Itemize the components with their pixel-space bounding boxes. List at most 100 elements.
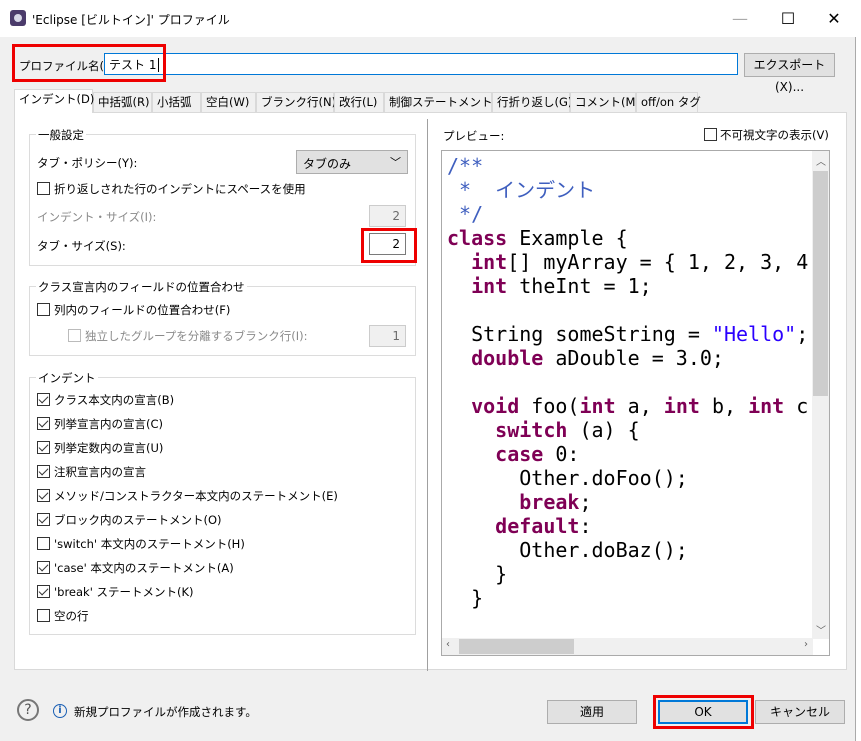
code-line: * インデント <box>447 178 829 202</box>
indent-checkbox[interactable] <box>37 465 50 478</box>
code-token: default <box>495 514 580 538</box>
code-token: int <box>579 394 616 418</box>
code-token: /** <box>447 154 484 178</box>
indent-option-label: 空の行 <box>54 609 89 623</box>
window-title: 'Eclipse [ビルトイン]' プロファイル <box>32 13 230 27</box>
info-icon: i <box>53 704 67 718</box>
tab-2[interactable]: 小括弧 <box>152 92 201 112</box>
code-line: */ <box>447 202 829 226</box>
title-bar: 'Eclipse [ビルトイン]' プロファイル — ☐ ✕ <box>0 0 856 37</box>
code-token: [] myArray = { 1, 2, 3, 4, 5, 6 }; <box>507 250 821 274</box>
export-button[interactable]: エクスポート(X)... <box>744 53 835 94</box>
help-icon[interactable]: ? <box>17 699 39 721</box>
apply-button[interactable]: 適用 <box>547 700 637 724</box>
ok-button[interactable]: OK <box>658 700 748 724</box>
indent-checkbox[interactable] <box>37 537 50 550</box>
tab-9[interactable]: off/on タグ <box>636 92 701 112</box>
indent-checkbox[interactable] <box>37 393 50 406</box>
tab-5[interactable]: 改行(L) <box>334 92 384 112</box>
tab-1[interactable]: 中括弧(R) <box>93 92 152 112</box>
indent-option-label: メソッド/コンストラクター本文内のステートメント(E) <box>54 489 338 503</box>
code-token: foo( <box>519 394 580 418</box>
code-line: } <box>447 586 829 610</box>
code-line: Other.doBaz(); <box>447 538 829 562</box>
code-line: } <box>447 562 829 586</box>
indent-checkbox[interactable] <box>37 513 50 526</box>
blank-lines-checkbox[interactable] <box>68 329 81 342</box>
code-line: break; <box>447 490 829 514</box>
indent-checkbox[interactable] <box>37 609 50 622</box>
code-line: String someString = "Hello"; <box>447 322 829 346</box>
indent-checkbox[interactable] <box>37 441 50 454</box>
code-token: : <box>579 514 592 538</box>
indent-option-label: 'case' 本文内のステートメント(A) <box>54 561 234 575</box>
maximize-button[interactable]: ☐ <box>766 6 810 32</box>
blank-lines-input[interactable]: 1 <box>369 325 406 347</box>
wrap-space-checkbox[interactable] <box>37 182 50 195</box>
tab-7[interactable]: 行折り返し(G) <box>492 92 572 112</box>
indent-option-label: 注釈宣言内の宣言 <box>54 465 146 479</box>
vertical-scroll-thumb[interactable] <box>813 171 828 396</box>
minimize-button[interactable]: — <box>718 6 762 32</box>
horizontal-scrollbar[interactable]: ‹ › <box>442 638 813 655</box>
tab-size-input[interactable]: 2 <box>369 233 406 255</box>
align-fields-checkbox[interactable] <box>37 303 50 316</box>
scroll-left-icon[interactable]: ‹ <box>446 639 450 650</box>
code-token: Other.doFoo(); <box>447 466 688 490</box>
code-token: void <box>471 394 520 418</box>
code-line: void foo(int a, int b, int c, int d) { <box>447 394 829 418</box>
code-token: aDouble = 3.0; <box>543 346 724 370</box>
indent-checkbox[interactable] <box>37 417 50 430</box>
code-line: /** <box>447 154 829 178</box>
code-line: class Example { <box>447 226 829 250</box>
indent-size-label: インデント・サイズ(I): <box>37 210 157 224</box>
code-line: Other.doFoo(); <box>447 466 829 490</box>
tab-0[interactable]: インデント(D) <box>14 89 94 113</box>
group-title: 一般設定 <box>36 127 86 143</box>
indent-checkbox[interactable] <box>37 561 50 574</box>
code-token: (a) { <box>567 418 640 442</box>
code-token: */ <box>447 202 484 226</box>
eclipse-icon <box>10 10 26 26</box>
code-line: default: <box>447 514 829 538</box>
code-token: "Hello" <box>711 322 797 346</box>
profile-name-input[interactable]: テスト 1 <box>104 53 738 75</box>
scroll-right-icon[interactable]: › <box>804 639 808 650</box>
cancel-button[interactable]: キャンセル <box>755 700 845 724</box>
tab-size-label: タブ・サイズ(S): <box>37 239 126 253</box>
code-token: Example { <box>507 226 628 250</box>
close-button[interactable]: ✕ <box>812 6 856 32</box>
indent-size-input[interactable]: 2 <box>369 205 406 227</box>
indent-checkbox[interactable] <box>37 489 50 502</box>
code-token: 0: <box>543 442 580 466</box>
code-preview[interactable]: /** * インデント */class Example { int [] myAr… <box>441 150 830 656</box>
indent-option-label: 列挙定数内の宣言(U) <box>54 441 164 455</box>
code-token: Other.doBaz(); <box>447 538 688 562</box>
indent-option-label: 'break' ステートメント(K) <box>54 585 194 599</box>
code-token: break <box>519 490 580 514</box>
horizontal-scroll-thumb[interactable] <box>459 639 574 654</box>
tab-policy-label: タブ・ポリシー(Y): <box>37 156 138 170</box>
tab-6[interactable]: 制御ステートメント(T) <box>384 92 509 112</box>
code-line: case 0: <box>447 442 829 466</box>
scroll-up-icon[interactable]: ︿ <box>816 153 826 168</box>
indent-checkbox[interactable] <box>37 585 50 598</box>
scroll-down-icon[interactable]: ﹀ <box>816 622 826 637</box>
vertical-scrollbar[interactable]: ︿ ﹀ <box>812 151 829 639</box>
tab-4[interactable]: ブランク行(N) <box>256 92 336 112</box>
wrap-space-label: 折り返しされた行のインデントにスペースを使用 <box>54 182 306 196</box>
code-line: int theInt = 1; <box>447 274 829 298</box>
group-title: クラス宣言内のフィールドの位置合わせ <box>36 279 247 295</box>
tab-3[interactable]: 空白(W) <box>201 92 256 112</box>
show-invisible-checkbox[interactable] <box>704 128 717 141</box>
indent-option-label: ブロック内のステートメント(O) <box>54 513 222 527</box>
tab-8[interactable]: コメント(M) <box>570 92 640 112</box>
tab-policy-value: タブのみ <box>303 157 352 171</box>
tab-policy-select[interactable]: タブのみ ﹀ <box>296 150 408 174</box>
